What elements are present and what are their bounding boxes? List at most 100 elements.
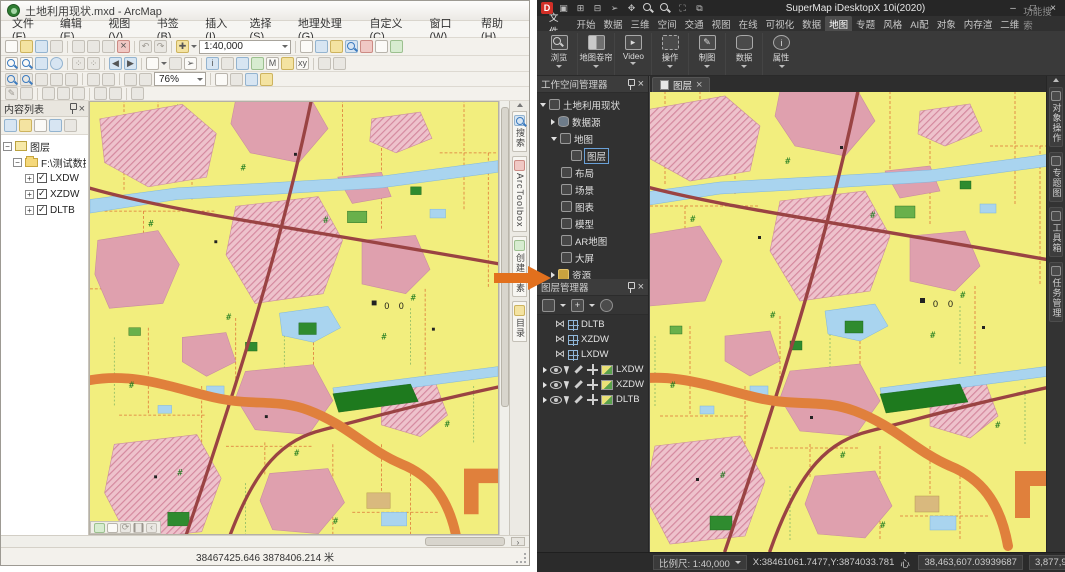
go-back-extent-button[interactable]: ◀ — [109, 57, 122, 70]
scroll-left-button[interactable]: ‹ — [146, 523, 157, 533]
toc-layer-xzdw[interactable]: XZDW — [3, 186, 86, 202]
toc-group-item[interactable]: F:\测试数据\ArcGI — [3, 154, 86, 170]
dock-tab-search[interactable]: 搜索 — [512, 111, 527, 152]
ribbon-tab-ai[interactable]: AI配 — [906, 16, 932, 32]
toggle-draft-mode-button[interactable] — [215, 73, 228, 86]
node-layout[interactable]: 布局 — [537, 164, 648, 181]
snapable-icon[interactable] — [587, 364, 598, 375]
close-icon[interactable] — [638, 281, 644, 293]
save-button[interactable] — [35, 40, 48, 53]
layout-fixed-zoom-out-button[interactable] — [65, 73, 78, 86]
snapable-icon[interactable] — [587, 394, 598, 405]
zoom-out-tool[interactable] — [20, 57, 33, 70]
scrollbar-thumb[interactable] — [425, 537, 505, 546]
focus-data-frame-button[interactable] — [230, 73, 243, 86]
arcmap-map-canvas[interactable]: ⟳ ❙❙ ‹ — [89, 101, 499, 535]
table-of-contents-button[interactable] — [315, 40, 328, 53]
node-model[interactable]: 模型 — [537, 215, 648, 232]
find-tool[interactable]: M — [266, 57, 279, 70]
ribbon-button-map-swipe[interactable]: 地图卷帘 — [578, 33, 615, 75]
edit-vertices-button[interactable] — [57, 87, 70, 100]
ribbon-button-cartography[interactable]: ✎ 制图 — [689, 33, 726, 75]
node-map-layer[interactable]: 图层 — [537, 147, 648, 164]
change-layout-button[interactable] — [260, 73, 273, 86]
chevron-down-icon[interactable] — [779, 65, 785, 68]
list-by-source-button[interactable] — [19, 119, 32, 132]
add-layer-button[interactable]: + — [571, 299, 584, 312]
select-features-dropdown[interactable] — [161, 62, 167, 65]
pin-icon[interactable] — [68, 103, 77, 114]
label-layer-lxdw[interactable]: ⋈ LXDW — [537, 347, 648, 362]
select-features-button[interactable] — [146, 57, 159, 70]
expand-icon[interactable] — [25, 206, 34, 215]
zoom-out-icon[interactable] — [659, 2, 672, 15]
layout-view-button[interactable] — [107, 523, 118, 533]
collapse-icon[interactable] — [540, 103, 546, 107]
pin-icon[interactable] — [626, 282, 635, 293]
collapse-icon[interactable] — [3, 142, 12, 151]
hyperlink-tool[interactable] — [221, 57, 234, 70]
identify-tool[interactable]: i — [206, 57, 219, 70]
reshape-feature-button[interactable] — [72, 87, 85, 100]
remove-icon[interactable]: ⊟ — [591, 2, 604, 15]
dock-tab-toolbox[interactable]: 工具箱 — [1049, 207, 1063, 257]
pause-drawing-button[interactable]: ❙❙ — [133, 523, 144, 533]
editable-icon[interactable] — [573, 394, 584, 405]
chevron-down-icon[interactable] — [556, 65, 562, 68]
node-big-screen[interactable]: 大屏 — [537, 249, 648, 266]
collapse-icon[interactable] — [13, 158, 22, 167]
zoom-100-button[interactable] — [102, 73, 115, 86]
ribbon-button-attribute[interactable]: i 属性 — [763, 33, 800, 75]
collapse-icon[interactable] — [551, 137, 557, 141]
open-button[interactable] — [20, 40, 33, 53]
dock-tab-thematic-map[interactable]: 专题图 — [1049, 152, 1063, 202]
label-layer-xzdw[interactable]: ⋈ XZDW — [537, 332, 648, 347]
ribbon-tab-object[interactable]: 对象 — [933, 16, 960, 32]
zoom-in-icon[interactable] — [642, 2, 655, 15]
ribbon-tab-memory[interactable]: 内存渲 — [960, 16, 997, 32]
label-layer-dltb[interactable]: ⋈ DLTB — [537, 317, 648, 332]
go-forward-extent-button[interactable]: ▶ — [124, 57, 137, 70]
chevron-down-icon[interactable] — [667, 65, 673, 68]
workspace-root-node[interactable]: 土地利用现状 — [537, 96, 648, 113]
feature-layer-dltb[interactable]: DLTB — [537, 392, 648, 407]
dock-tab-catalog[interactable]: 目录 — [512, 301, 527, 342]
ribbon-tab-space[interactable]: 空间 — [654, 16, 681, 32]
data-driven-pages-button[interactable] — [245, 73, 258, 86]
ribbon-tab-style[interactable]: 风格 — [879, 16, 906, 32]
add-icon[interactable]: ⊞ — [574, 2, 587, 15]
chevron-down-icon[interactable] — [589, 304, 595, 307]
html-view-button[interactable] — [333, 57, 346, 70]
redo-button[interactable]: ↷ — [154, 40, 167, 53]
split-button[interactable] — [109, 87, 122, 100]
print-button[interactable] — [50, 40, 63, 53]
toc-options-button[interactable] — [64, 119, 77, 132]
pan-icon[interactable]: ✥ — [625, 2, 638, 15]
visibility-eye-icon[interactable] — [550, 396, 562, 404]
ribbon-button-video[interactable]: ▸ Video — [615, 33, 652, 75]
full-extent-icon[interactable]: ⛶ — [676, 2, 689, 15]
layout-zoom-combo[interactable]: 76% — [154, 72, 206, 86]
pan-tool[interactable] — [35, 57, 48, 70]
visibility-eye-icon[interactable] — [550, 366, 562, 374]
add-data-button[interactable]: ✚ — [176, 40, 189, 53]
full-extent-button[interactable] — [50, 57, 63, 70]
ribbon-tab-view[interactable]: 视图 — [708, 16, 735, 32]
paste-button[interactable] — [102, 40, 115, 53]
ribbon-tab-3d[interactable]: 三维 — [627, 16, 654, 32]
ribbon-button-browse[interactable]: 浏览 — [541, 33, 578, 75]
list-by-selection-button[interactable] — [49, 119, 62, 132]
zoom-in-tool[interactable] — [5, 57, 18, 70]
viewer-window-button[interactable] — [318, 57, 331, 70]
fixed-zoom-in-button[interactable]: ⁘ — [72, 57, 85, 70]
layout-zoom-in-button[interactable] — [5, 73, 18, 86]
editor-menu-button[interactable]: ✎ — [5, 87, 18, 100]
layer-checkbox[interactable] — [37, 173, 47, 183]
catalog-window-button[interactable] — [330, 40, 343, 53]
chevron-down-icon[interactable] — [560, 304, 566, 307]
layout-fixed-zoom-in-button[interactable] — [50, 73, 63, 86]
select-cursor-icon[interactable]: ➢ — [608, 2, 621, 15]
go-to-xy-button[interactable]: xy — [296, 57, 309, 70]
zoom-whole-page-button[interactable] — [87, 73, 100, 86]
node-ar-map[interactable]: AR地图 — [537, 232, 648, 249]
